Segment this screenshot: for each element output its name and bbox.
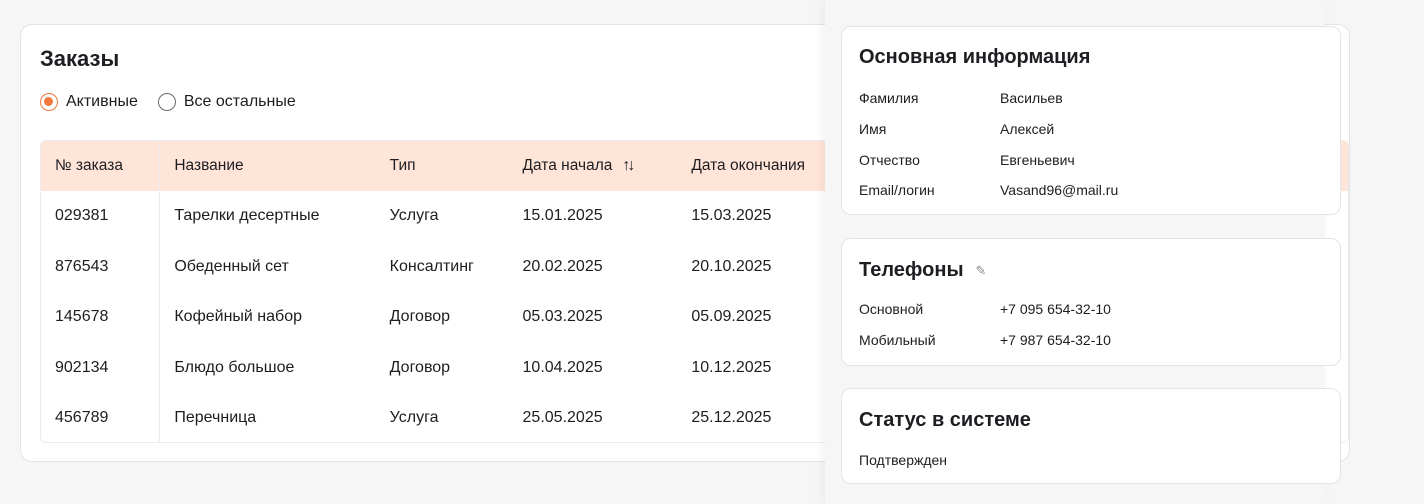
field-value: Vasand96@mail.ru [1000, 182, 1119, 198]
filter-other-option[interactable]: Все остальные [157, 93, 296, 111]
cell-start-date: 10.04.2025 [522, 358, 603, 376]
cell-name: Тарелки десертные [174, 207, 320, 225]
cell-type: Договор [389, 308, 451, 326]
column-header-type[interactable]: Тип [376, 141, 509, 191]
status-title: Статус в системе [859, 409, 1031, 431]
field-row-email: Email/логин Vasand96@mail.ru [859, 182, 1118, 198]
status-value: Подтвержден [859, 452, 948, 468]
field-row-main-phone: Основной +7 095 654-32-10 [859, 301, 1111, 317]
status-card: Статус в системе Подтвержден [841, 388, 1341, 484]
sort-arrows-icon[interactable]: ↑↓ [622, 157, 635, 175]
field-value: Васильев [1000, 90, 1063, 106]
field-label: Email/логин [859, 182, 935, 198]
cell-start-date: 15.01.2025 [522, 207, 603, 225]
cell-order-number: 029381 [41, 191, 161, 242]
page-title: Заказы [40, 46, 120, 71]
field-value: +7 095 654-32-10 [1000, 301, 1111, 317]
field-row-first-name: Имя Алексей [859, 121, 1054, 137]
phones-card: Телефоны ✎ Основной +7 095 654-32-10 Моб… [841, 238, 1341, 366]
filter-other-label: Все остальные [183, 93, 296, 110]
field-row-mobile-phone: Мобильный +7 987 654-32-10 [859, 332, 1111, 348]
pencil-icon[interactable]: ✎ [976, 263, 987, 279]
cell-name: Перечница [174, 409, 257, 427]
field-label: Основной [859, 301, 924, 317]
radio-checked-icon[interactable] [40, 93, 58, 111]
filter-active-option[interactable]: Активные [40, 93, 138, 111]
user-details-side-panel: Основная информация Фамилия Васильев Имя… [825, 0, 1341, 504]
cell-type: Услуга [389, 409, 439, 427]
cell-name: Блюдо большое [174, 358, 295, 376]
cell-name: Кофейный набор [174, 308, 302, 326]
main-info-card: Основная информация Фамилия Васильев Имя… [841, 26, 1341, 215]
order-filter-radio-group: Активные Все остальные [40, 92, 316, 112]
field-row-last-name: Фамилия Васильев [859, 90, 1063, 106]
column-header-name[interactable]: Название [160, 141, 376, 191]
field-label: Фамилия [859, 90, 919, 106]
phones-title-row: Телефоны ✎ [859, 259, 986, 282]
cell-type: Договор [389, 358, 451, 376]
column-header-start-date-label: Дата начала [522, 157, 613, 175]
cell-type: Услуга [389, 207, 439, 225]
cell-name: Обеденный сет [174, 257, 289, 275]
column-header-start-date[interactable]: Дата начала ↑↓ [509, 141, 678, 191]
field-label: Имя [859, 121, 887, 137]
field-value: Алексей [1000, 121, 1055, 137]
cell-start-date: 25.05.2025 [522, 409, 603, 427]
field-label: Мобильный [859, 332, 936, 348]
cell-start-date: 20.02.2025 [522, 257, 603, 275]
cell-order-number: 456789 [41, 393, 161, 442]
filter-active-label: Активные [66, 93, 138, 110]
cell-order-number: 876543 [41, 241, 161, 292]
radio-unchecked-icon[interactable] [157, 93, 176, 111]
cell-start-date: 05.03.2025 [522, 308, 603, 326]
phones-title: Телефоны [859, 259, 964, 281]
field-value: +7 987 654-32-10 [1000, 332, 1111, 348]
column-header-order-number[interactable]: № заказа [41, 141, 161, 191]
field-value: Евгеньевич [1000, 152, 1075, 168]
main-info-title: Основная информация [859, 46, 1091, 68]
cell-order-number: 145678 [41, 292, 161, 343]
cell-type: Консалтинг [389, 257, 474, 275]
cell-order-number: 902134 [41, 342, 161, 393]
field-row-patronymic: Отчество Евгеньевич [859, 152, 1075, 168]
field-label: Отчество [859, 152, 920, 168]
